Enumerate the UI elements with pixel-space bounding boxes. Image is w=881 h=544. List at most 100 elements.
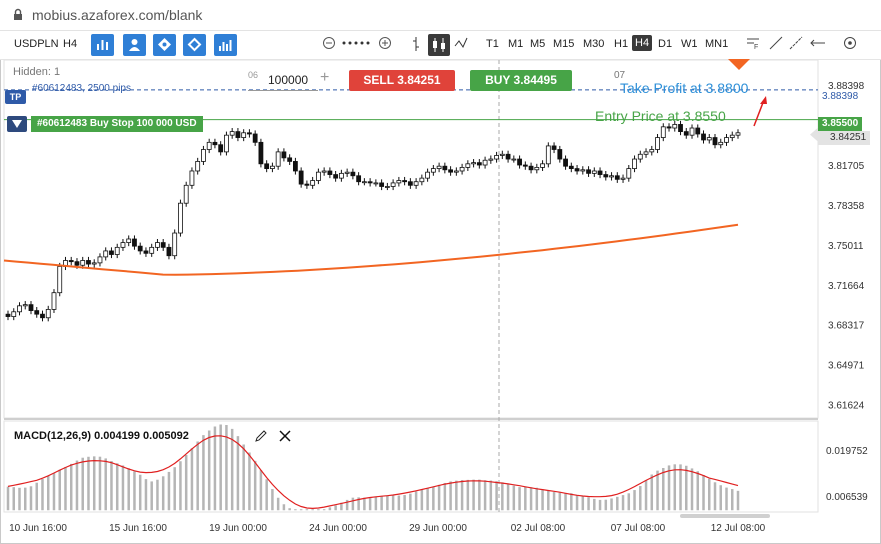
quantity-plus-button[interactable]: + — [320, 69, 329, 87]
scroll-dots-icon[interactable] — [341, 36, 373, 50]
settings-icon[interactable] — [843, 36, 857, 50]
tf-W1[interactable]: W1 — [681, 38, 698, 50]
candle-body — [252, 133, 258, 143]
candle-body — [172, 232, 178, 257]
candle-body — [729, 134, 735, 138]
tf-MN1[interactable]: MN1 — [705, 38, 728, 50]
candle-body — [678, 124, 683, 133]
candle-body — [126, 238, 132, 243]
candle-body — [695, 127, 701, 135]
sell-button[interactable]: SELL 3.84251 — [349, 70, 455, 91]
price-axis-tick: 3.75011 — [828, 241, 864, 252]
lock-icon — [14, 8, 22, 20]
candle-body — [683, 131, 689, 136]
candle-type-button[interactable] — [428, 34, 450, 56]
candle-body — [34, 310, 40, 315]
zoom-out-icon[interactable] — [322, 36, 336, 50]
text-tool-icon[interactable]: F — [746, 36, 760, 50]
entry-price-annotation: Entry Price at 3.8550 — [595, 108, 726, 124]
candle-body — [574, 168, 580, 172]
candle-body — [212, 141, 218, 146]
quantity-value[interactable]: 100000 — [268, 73, 308, 87]
zoom-in-icon[interactable] — [378, 36, 392, 50]
tf-M1[interactable]: M1 — [508, 38, 523, 50]
hidden-orders-label[interactable]: Hidden: 1 — [13, 66, 60, 78]
tf-D1[interactable]: D1 — [658, 38, 672, 50]
candle-body — [114, 246, 120, 255]
buy-button[interactable]: BUY 3.84495 — [470, 70, 572, 91]
person-icon — [129, 39, 140, 51]
price-axis-tick: 3.61624 — [828, 401, 865, 412]
candle-body — [241, 132, 247, 138]
candle-body — [453, 170, 459, 173]
bar-type-icon[interactable] — [411, 36, 421, 52]
tf-M5[interactable]: M5 — [530, 38, 545, 50]
price-axis-tick: 3.78358 — [828, 201, 865, 212]
candle-body — [344, 171, 350, 174]
tf-M30[interactable]: M30 — [583, 38, 604, 50]
candle-body — [28, 304, 34, 311]
candle-body — [419, 177, 425, 183]
candle-body — [430, 168, 436, 173]
candle-body — [224, 134, 229, 153]
candle-body — [91, 262, 97, 265]
candle-body — [494, 155, 499, 160]
candle-body — [57, 266, 63, 294]
candle-body — [178, 202, 183, 234]
candle-body — [476, 162, 482, 166]
candle-body — [724, 137, 729, 143]
tf-H4[interactable]: H4 — [632, 35, 653, 51]
ray-icon[interactable] — [789, 36, 803, 50]
person-button[interactable] — [123, 34, 146, 56]
price-axis-tick: 3.64971 — [828, 361, 865, 372]
time-axis-tick: 02 Jul 08:00 — [511, 523, 566, 534]
candle-body — [80, 260, 86, 266]
tf-T1[interactable]: T1 — [486, 38, 499, 50]
candle-body — [338, 172, 344, 179]
indicators-icon — [219, 40, 232, 51]
order-menu-button[interactable] — [7, 116, 27, 132]
candle-body — [603, 174, 609, 178]
candle-body — [315, 171, 321, 181]
line-type-icon[interactable] — [454, 36, 468, 50]
candle-body — [488, 158, 494, 161]
candle-body — [132, 238, 137, 247]
trendline-icon[interactable] — [769, 36, 783, 50]
candle-body — [465, 163, 471, 168]
horizontal-line-icon[interactable] — [810, 36, 826, 50]
candle-body — [356, 175, 362, 183]
candle-body — [591, 170, 597, 174]
browser-address-bar[interactable]: mobius.azaforex.com/blank — [0, 0, 881, 31]
candle-body — [350, 171, 356, 177]
tag-button[interactable] — [153, 34, 176, 56]
tf-H1[interactable]: H1 — [614, 38, 628, 50]
bar-chart-button[interactable] — [91, 34, 114, 56]
candle-body — [689, 127, 695, 136]
candle-body — [448, 169, 453, 173]
candle-body — [517, 158, 522, 166]
diamond-button[interactable] — [183, 34, 206, 56]
url-text[interactable]: mobius.azaforex.com/blank — [32, 7, 202, 23]
buy-price: 3.84495 — [513, 73, 557, 87]
candle-body — [706, 137, 712, 141]
candle-body — [155, 242, 160, 248]
macd-axis-tick: 0.006539 — [826, 492, 868, 503]
candle-body — [321, 170, 327, 173]
remove-indicator-icon[interactable] — [279, 430, 291, 442]
candle-body — [229, 131, 235, 136]
candle-body — [534, 167, 540, 171]
candle-body — [304, 183, 310, 186]
candle-body — [545, 145, 551, 165]
candle-body — [109, 250, 114, 255]
candle-body — [522, 164, 528, 167]
period-label[interactable]: H4 — [63, 38, 77, 50]
edit-indicator-icon[interactable] — [254, 429, 268, 443]
tf-M15[interactable]: M15 — [553, 38, 574, 50]
indicators-button[interactable] — [214, 34, 237, 56]
candle-body — [511, 158, 517, 161]
symbol-label[interactable]: USDPLN — [14, 38, 59, 50]
tp-badge[interactable]: TP — [5, 90, 26, 104]
pending-order-label[interactable]: #60612483 Buy Stop 100 000 USD — [31, 116, 203, 132]
tp-order-info: #60612483, 2500 pips — [32, 83, 131, 94]
price-axis-tick: 3.71664 — [828, 281, 865, 292]
